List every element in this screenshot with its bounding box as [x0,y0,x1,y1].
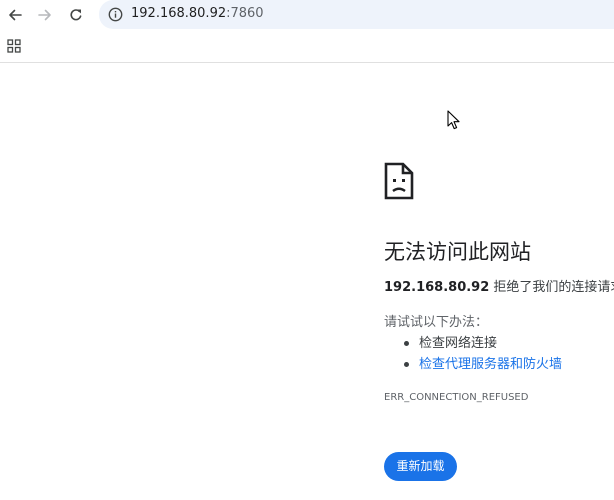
bullet-icon [404,362,409,367]
address-url[interactable]: 192.168.80.92:7860 [131,6,264,22]
error-summary: 192.168.80.92 拒绝了我们的连接请求。 [384,279,614,297]
browser-toolbar: 192.168.80.92:7860 [0,0,614,30]
suggestions-label: 请试试以下办法： [384,315,489,330]
back-button[interactable] [4,4,26,26]
address-port: :7860 [226,6,264,21]
suggestions-list: 检查网络连接 检查代理服务器和防火墙 [384,333,562,375]
list-item: 检查网络连接 [384,333,562,354]
tip-check-network: 检查网络连接 [419,336,498,351]
reload-button[interactable]: 重新加载 [384,452,457,481]
forward-button[interactable] [34,4,56,26]
address-bar[interactable]: 192.168.80.92:7860 [99,0,614,29]
address-host: 192.168.80.92 [131,6,227,21]
mouse-cursor-icon [447,110,460,130]
apps-grid-icon[interactable] [7,39,21,53]
info-icon[interactable] [108,7,123,22]
error-host: 192.168.80.92 [384,280,490,295]
reload-page-button[interactable] [65,4,87,26]
sad-document-icon [384,162,414,200]
bullet-icon [404,341,409,346]
bookmarks-bar [0,30,614,63]
tip-check-proxy-firewall-link[interactable]: 检查代理服务器和防火墙 [419,357,562,372]
arrow-right-icon [38,9,51,21]
error-title: 无法访问此网站 [384,240,531,264]
list-item: 检查代理服务器和防火墙 [384,354,562,375]
reload-icon [70,9,82,21]
error-summary-text: 拒绝了我们的连接请求。 [493,280,614,295]
error-code: ERR_CONNECTION_REFUSED [384,392,529,403]
arrow-left-icon [9,9,22,21]
